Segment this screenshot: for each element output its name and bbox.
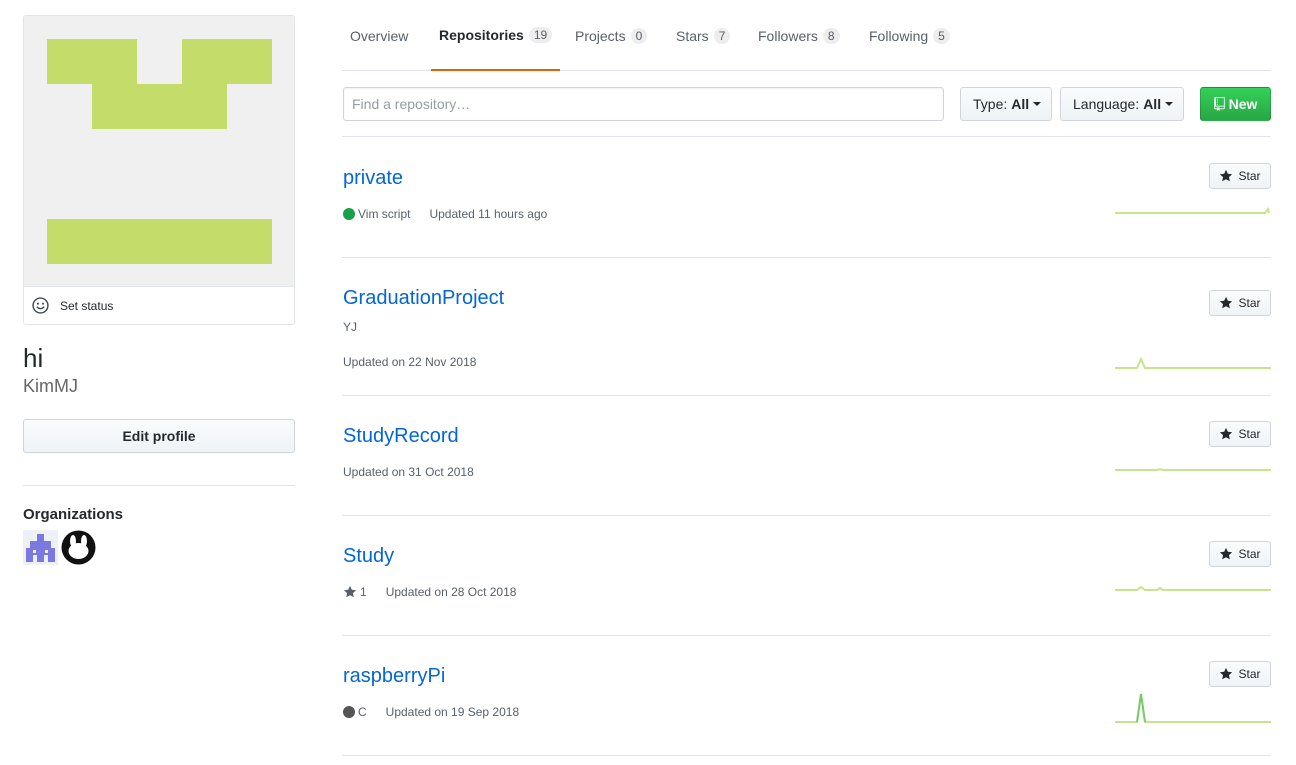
profile-avatar[interactable]: Set status: [23, 15, 295, 325]
new-button-label: New: [1228, 96, 1258, 112]
tab-followers[interactable]: Followers 8: [750, 0, 848, 71]
activity-sparkline: [1115, 693, 1271, 723]
repo-item: StudyRecord Updated on 31 Oct 2018 Star: [342, 396, 1271, 516]
repo-updated: Updated on 19 Sep 2018: [385, 705, 520, 719]
star-icon: [343, 585, 357, 598]
repo-updated: Updated on 31 Oct 2018: [343, 465, 474, 479]
tab-repositories[interactable]: Repositories 19: [431, 0, 561, 71]
activity-sparkline: [1115, 585, 1271, 591]
tab-following-count: 5: [933, 27, 950, 44]
language-filter-value: All: [1143, 96, 1162, 112]
tab-overview[interactable]: Overview: [342, 0, 416, 71]
repo-meta: 1 Updated on 28 Oct 2018: [343, 585, 516, 599]
tab-following-label: Following: [869, 27, 929, 44]
language-color-dot: [343, 208, 355, 220]
tab-repositories-label: Repositories: [439, 26, 524, 43]
tab-stars-count: 7: [713, 27, 731, 44]
profile-username: KimMJ: [23, 376, 78, 396]
chevron-down-icon: [1165, 102, 1174, 106]
activity-sparkline: [1115, 467, 1271, 471]
repo-updated: Updated on 22 Nov 2018: [343, 355, 477, 369]
repo-item: GraduationProject YJ Updated on 22 Nov 2…: [342, 258, 1271, 396]
repo-item: raspberryPi C Updated on 19 Sep 2018 Sta…: [342, 636, 1271, 756]
star-button-label: Star: [1238, 296, 1261, 310]
repo-item: private Vim script Updated 11 hours ago …: [342, 138, 1271, 258]
tab-projects-count: 0: [630, 27, 648, 44]
new-repository-button[interactable]: New: [1200, 87, 1271, 121]
organization-avatar-2[interactable]: [61, 530, 96, 565]
tab-repositories-count: 19: [528, 26, 553, 43]
tab-projects-label: Projects: [575, 27, 626, 44]
organization-avatar-1[interactable]: [23, 530, 58, 565]
sidebar-divider: [23, 485, 295, 486]
repo-meta: C Updated on 19 Sep 2018: [343, 705, 519, 719]
tab-stars-label: Stars: [676, 27, 709, 44]
repository-list: private Vim script Updated 11 hours ago …: [342, 138, 1271, 756]
tab-stars[interactable]: Stars 7: [668, 0, 738, 71]
edit-profile-button[interactable]: Edit profile: [23, 419, 295, 453]
set-status-label: Set status: [60, 298, 114, 313]
repo-language: C: [358, 705, 367, 719]
repo-name-link[interactable]: Study: [343, 545, 394, 568]
repo-meta: Updated on 22 Nov 2018: [343, 355, 476, 369]
tab-followers-label: Followers: [758, 27, 818, 44]
smiley-icon: [32, 297, 49, 314]
tab-overview-label: Overview: [350, 27, 409, 44]
star-button-label: Star: [1238, 667, 1261, 681]
type-filter-value: All: [1011, 96, 1030, 112]
find-repository-input[interactable]: [343, 87, 944, 121]
repo-meta: Updated on 31 Oct 2018: [343, 465, 474, 479]
language-filter-dropdown[interactable]: Language: All: [1060, 87, 1184, 121]
language-color-dot: [343, 706, 355, 718]
repo-stargazers-link[interactable]: 1: [343, 585, 367, 599]
profile-fullname: hi: [23, 343, 44, 373]
repo-name-link[interactable]: StudyRecord: [343, 425, 459, 448]
organization-avatars: [23, 530, 96, 565]
repo-item: Study 1 Updated on 28 Oct 2018 Star: [342, 516, 1271, 636]
repo-icon: [1213, 97, 1225, 111]
tab-following[interactable]: Following 5: [861, 0, 958, 71]
type-filter-dropdown[interactable]: Type: All: [960, 87, 1052, 121]
identicon-avatar: [24, 16, 294, 286]
tab-followers-count: 8: [822, 27, 840, 44]
star-icon: [1220, 296, 1233, 309]
profile-tabs: Overview Repositories 19 Projects 0 Star…: [342, 0, 1271, 71]
repo-name-link[interactable]: raspberryPi: [343, 665, 445, 688]
repo-language: Vim script: [358, 207, 411, 221]
activity-sparkline: [1115, 356, 1271, 369]
type-filter-label: Type:: [973, 96, 1008, 112]
repo-name-link[interactable]: private: [343, 167, 403, 190]
tab-projects[interactable]: Projects 0: [567, 0, 655, 71]
repo-updated: Updated on 28 Oct 2018: [385, 585, 517, 599]
star-button[interactable]: Star: [1209, 290, 1271, 316]
activity-sparkline: [1115, 206, 1270, 214]
repo-filter-bar: Type: All Language: All New: [342, 87, 1271, 137]
repo-star-count: 1: [360, 585, 367, 599]
chevron-down-icon: [1033, 102, 1042, 106]
set-status-button[interactable]: Set status: [24, 286, 294, 324]
organizations-heading: Organizations: [23, 506, 124, 523]
repo-meta: Vim script Updated 11 hours ago: [343, 207, 547, 221]
star-icon: [1220, 667, 1233, 680]
repo-description: YJ: [343, 320, 358, 334]
repo-updated: Updated 11 hours ago: [429, 207, 548, 221]
language-filter-label: Language:: [1073, 96, 1140, 112]
repo-name-link[interactable]: GraduationProject: [343, 287, 504, 310]
